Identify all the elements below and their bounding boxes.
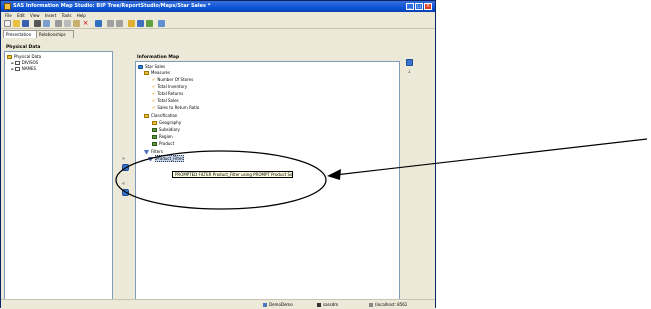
move-down-icon[interactable]: ↓ bbox=[407, 69, 411, 75]
info-map-icon bbox=[138, 65, 143, 69]
expand-icon[interactable]: ⊞ bbox=[11, 61, 14, 65]
wizard-icon[interactable] bbox=[128, 20, 135, 27]
tree-item[interactable]: ✔ Total Sales bbox=[152, 98, 179, 104]
undo-icon[interactable] bbox=[107, 20, 114, 27]
folder-icon bbox=[144, 114, 149, 118]
grid-icon[interactable] bbox=[158, 20, 165, 27]
menu-bar: File Edit View Insert Tools Help bbox=[1, 12, 435, 19]
test-icon[interactable] bbox=[146, 20, 153, 27]
menu-tools[interactable]: Tools bbox=[62, 12, 72, 19]
preview-icon[interactable] bbox=[43, 20, 50, 27]
folder-icon bbox=[152, 121, 157, 125]
title-bar[interactable]: SAS Information Map Studio: BIP Tree/Rep… bbox=[1, 1, 435, 12]
category-icon bbox=[152, 135, 157, 139]
filter-toolbar-icon[interactable] bbox=[137, 20, 144, 27]
menu-insert[interactable]: Insert bbox=[45, 12, 56, 19]
folder-icon bbox=[7, 55, 12, 59]
app-icon bbox=[4, 3, 11, 10]
open-icon[interactable] bbox=[13, 20, 20, 27]
measure-icon: ✔ bbox=[152, 84, 156, 89]
redo-icon[interactable] bbox=[116, 20, 123, 27]
tree-item[interactable]: ✔ Total Inventory bbox=[152, 84, 187, 90]
arrow-right-icon[interactable]: » bbox=[122, 156, 125, 162]
window-title: SAS Information Map Studio: BIP Tree/Rep… bbox=[13, 3, 211, 9]
menu-view[interactable]: View bbox=[30, 12, 40, 19]
category-icon bbox=[152, 128, 157, 132]
application-window: SAS Information Map Studio: BIP Tree/Rep… bbox=[0, 0, 436, 309]
repository-icon bbox=[263, 303, 267, 307]
physical-data-pane: Physical Data ⊞ DIVISOS ⊞ NAMES bbox=[4, 51, 113, 301]
server-icon bbox=[369, 303, 373, 307]
menu-help[interactable]: Help bbox=[77, 12, 86, 19]
status-user: sassdm bbox=[317, 302, 338, 307]
save-icon[interactable] bbox=[22, 20, 29, 27]
tooltip: PROMPTED FILTER Product_Filter using PRO… bbox=[172, 171, 293, 178]
tab-relationships[interactable]: Relationships bbox=[36, 30, 74, 38]
close-button[interactable]: × bbox=[424, 3, 432, 10]
tree-item[interactable]: Region bbox=[152, 134, 173, 140]
new-icon[interactable] bbox=[4, 20, 11, 27]
add-to-map-button[interactable] bbox=[122, 164, 129, 171]
filter-icon bbox=[148, 156, 153, 162]
filter-icon bbox=[144, 149, 149, 155]
left-pane-title: Physical Data bbox=[6, 45, 41, 50]
status-server: (localhost: 8561 bbox=[369, 302, 407, 307]
print-icon[interactable] bbox=[34, 20, 41, 27]
tab-presentation[interactable]: Presentation bbox=[3, 30, 39, 38]
selected-filter-label: Product_Filter bbox=[155, 155, 185, 162]
tree-item[interactable]: ✔ Number Of Stores bbox=[152, 77, 193, 83]
copy-icon[interactable] bbox=[64, 20, 71, 27]
remove-from-map-button[interactable] bbox=[122, 189, 129, 196]
minimize-button[interactable]: _ bbox=[406, 3, 414, 10]
tree-item[interactable]: ⊞ NAMES bbox=[11, 66, 36, 72]
tree-item[interactable]: ✔ Sales to Return Ratio bbox=[152, 105, 199, 111]
toolbar: × bbox=[1, 19, 435, 29]
tree-item[interactable]: Geography bbox=[152, 120, 181, 126]
tree-item[interactable]: Product_Filter bbox=[148, 155, 185, 162]
delete-icon[interactable]: × bbox=[82, 20, 89, 27]
expand-icon[interactable]: ⊞ bbox=[11, 67, 14, 71]
tree-item[interactable]: Product bbox=[152, 141, 174, 147]
paste-icon[interactable] bbox=[73, 20, 80, 27]
measure-icon: ✔ bbox=[152, 98, 156, 103]
menu-edit[interactable]: Edit bbox=[17, 12, 25, 19]
information-map-pane: Star Sales Measures ✔ Number Of Stores ✔ T… bbox=[135, 61, 400, 301]
tree-item[interactable]: Subsidiary bbox=[152, 127, 180, 133]
measure-icon: ✔ bbox=[152, 105, 156, 110]
tree-item[interactable]: Measures bbox=[144, 70, 170, 76]
cut-icon[interactable] bbox=[55, 20, 62, 27]
measure-icon: ✔ bbox=[152, 77, 156, 82]
user-icon bbox=[317, 303, 321, 307]
properties-icon[interactable] bbox=[95, 20, 102, 27]
tree-item[interactable]: Classification bbox=[144, 113, 177, 119]
right-pane-title: Information Map bbox=[137, 55, 180, 60]
measure-icon: ✔ bbox=[152, 91, 156, 96]
move-up-button[interactable] bbox=[406, 59, 413, 66]
tree-item[interactable]: ✔ Total Returns bbox=[152, 91, 183, 97]
table-icon bbox=[14, 67, 20, 71]
maximize-button[interactable]: □ bbox=[415, 3, 423, 10]
category-icon bbox=[152, 142, 157, 146]
menu-file[interactable]: File bbox=[5, 12, 12, 19]
status-repository: DemoDemo bbox=[263, 302, 293, 307]
arrow-left-icon[interactable]: « bbox=[122, 181, 125, 187]
folder-icon bbox=[144, 71, 149, 75]
table-icon bbox=[14, 61, 20, 65]
